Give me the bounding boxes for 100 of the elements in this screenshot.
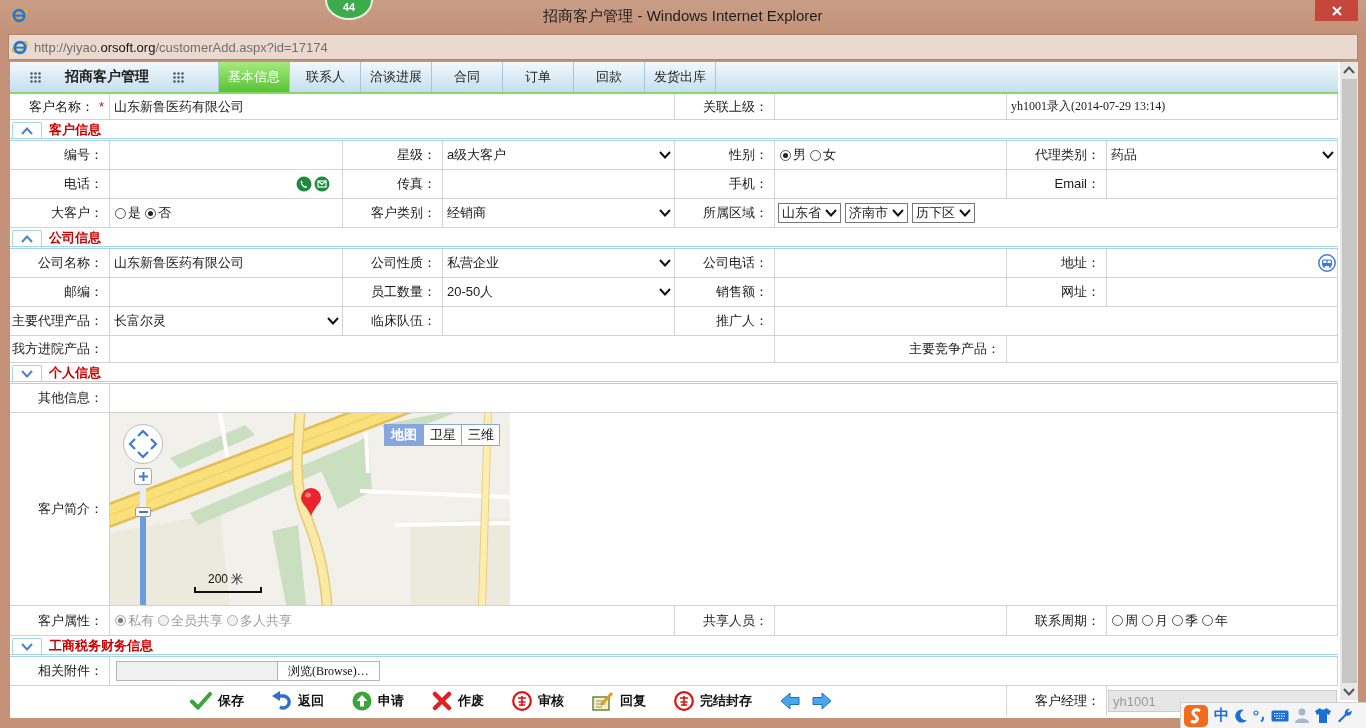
section-toggle[interactable] [12,638,42,654]
radio-option[interactable]: 男 [780,146,806,164]
zoom-in-button[interactable] [134,468,152,485]
cross-icon [432,691,452,711]
dropdown[interactable]: 长富尔灵 [110,307,343,336]
field-label: 代理类别： [1035,146,1100,164]
dropdown[interactable]: 历下区 [912,203,975,223]
text-field[interactable] [110,170,343,199]
field-label: 主要竞争产品： [909,340,1000,358]
tab[interactable]: 回款 [574,62,645,92]
wrench-icon[interactable] [1337,708,1352,723]
file-path-field[interactable] [116,661,278,681]
zoom-slider-thumb[interactable] [135,507,151,517]
radio-option[interactable]: 年 [1202,611,1228,630]
text-field[interactable] [110,336,775,363]
apply-button[interactable]: 申请 [352,691,404,711]
field-label: 邮编： [64,283,103,301]
dropdown[interactable]: 山东省 [778,203,841,223]
undo-icon [272,691,292,711]
close-button[interactable] [1315,0,1358,21]
dropdown[interactable]: 济南市 [845,203,908,223]
grip-icon [30,71,41,83]
text-field[interactable] [110,278,343,307]
chevron-down-icon [21,369,33,378]
browser-icon [11,38,29,56]
tab[interactable]: 订单 [503,62,574,92]
section-toggle[interactable] [12,122,42,138]
chevron-down-icon [327,317,339,325]
map-type-tab[interactable]: 三维 [461,425,499,445]
dropdown[interactable]: 经销商 [443,199,675,228]
map-type-tab[interactable]: 卫星 [423,425,461,445]
text-field[interactable] [1007,336,1338,363]
text-field[interactable] [775,307,1338,336]
stamp-icon [674,691,694,711]
text-field[interactable] [1107,170,1338,199]
scrollbar[interactable] [1340,62,1358,700]
text-field[interactable] [1107,278,1338,307]
keyboard-icon[interactable] [1271,709,1289,722]
text-field[interactable] [443,307,675,336]
chevron-down-icon [892,209,904,217]
reply-button[interactable]: 回复 [592,691,646,711]
field-label: 主要代理产品： [12,312,103,330]
field-label: 客户属性： [38,611,103,630]
punctuation-icon[interactable] [1253,709,1265,722]
tab[interactable]: 合同 [432,62,503,92]
text-field[interactable] [775,606,1007,636]
radio-option[interactable]: 女 [810,146,836,164]
dropdown[interactable]: 20-50人 [443,278,675,307]
radio-option[interactable]: 否 [145,204,171,222]
tab[interactable]: 洽谈进展 [361,62,432,92]
text-field[interactable] [775,94,1007,120]
field-label: 客户类别： [371,204,436,222]
dropdown[interactable]: 私营企业 [443,249,675,278]
field-label: 电话： [64,175,103,193]
void-button[interactable]: 作废 [432,691,484,711]
field-label: 网址： [1061,283,1100,301]
address-url[interactable]: http://yiyao.orsoft.org/customerAdd.aspx?id=17174 [34,39,328,55]
notepad-icon [592,691,614,711]
text-field[interactable] [775,278,1007,307]
text-field[interactable]: 山东新鲁医药有限公司 [110,249,343,278]
browse-button[interactable]: 浏览(Browse)… [278,661,380,681]
dropdown[interactable]: 药品 [1107,141,1338,170]
radio-option[interactable]: 月 [1142,611,1168,630]
section-title: 客户信息 [49,121,101,138]
review-button[interactable]: 审核 [512,691,564,711]
person-icon[interactable] [1295,708,1309,723]
text-field[interactable] [1107,249,1338,278]
window-title: 招商客户管理 - Windows Internet Explorer [543,6,823,26]
text-field[interactable] [110,141,343,170]
text-field[interactable] [775,249,1007,278]
chevron-down-icon [659,151,671,159]
chevron-down-icon [1343,688,1355,696]
section-toggle[interactable] [12,365,42,381]
section-toggle[interactable] [12,230,42,246]
bus-icon [1318,254,1336,272]
dropdown[interactable]: a级大客户 [443,141,675,170]
close-icon [1331,5,1342,16]
archive-button[interactable]: 完结封存 [674,691,752,711]
text-field[interactable] [775,170,1007,199]
tab[interactable]: 联系人 [290,62,361,92]
radio-option[interactable]: 季 [1172,611,1198,630]
text-field[interactable]: 山东新鲁医药有限公司 [110,94,675,120]
section-title: 公司信息 [49,229,101,246]
tab[interactable]: 发货出库 [645,62,716,92]
chevron-down-icon [659,209,671,217]
grip-icon [173,71,184,83]
text-field[interactable] [443,170,675,199]
previous-button[interactable] [780,692,800,710]
shirt-icon[interactable] [1315,708,1331,723]
save-button[interactable]: 保存 [190,692,244,710]
scrollbar-thumb[interactable] [1341,79,1357,683]
section-title: 工商税务财务信息 [49,637,153,654]
field-label: 公司电话： [703,254,768,272]
field-label: 编号： [64,146,103,164]
radio-option[interactable]: 是 [115,204,141,222]
moon-icon[interactable] [1235,708,1247,723]
radio-option[interactable]: 周 [1112,611,1138,630]
back-button[interactable]: 返回 [272,691,324,711]
next-button[interactable] [812,692,832,710]
logo-icon[interactable] [1184,704,1208,727]
